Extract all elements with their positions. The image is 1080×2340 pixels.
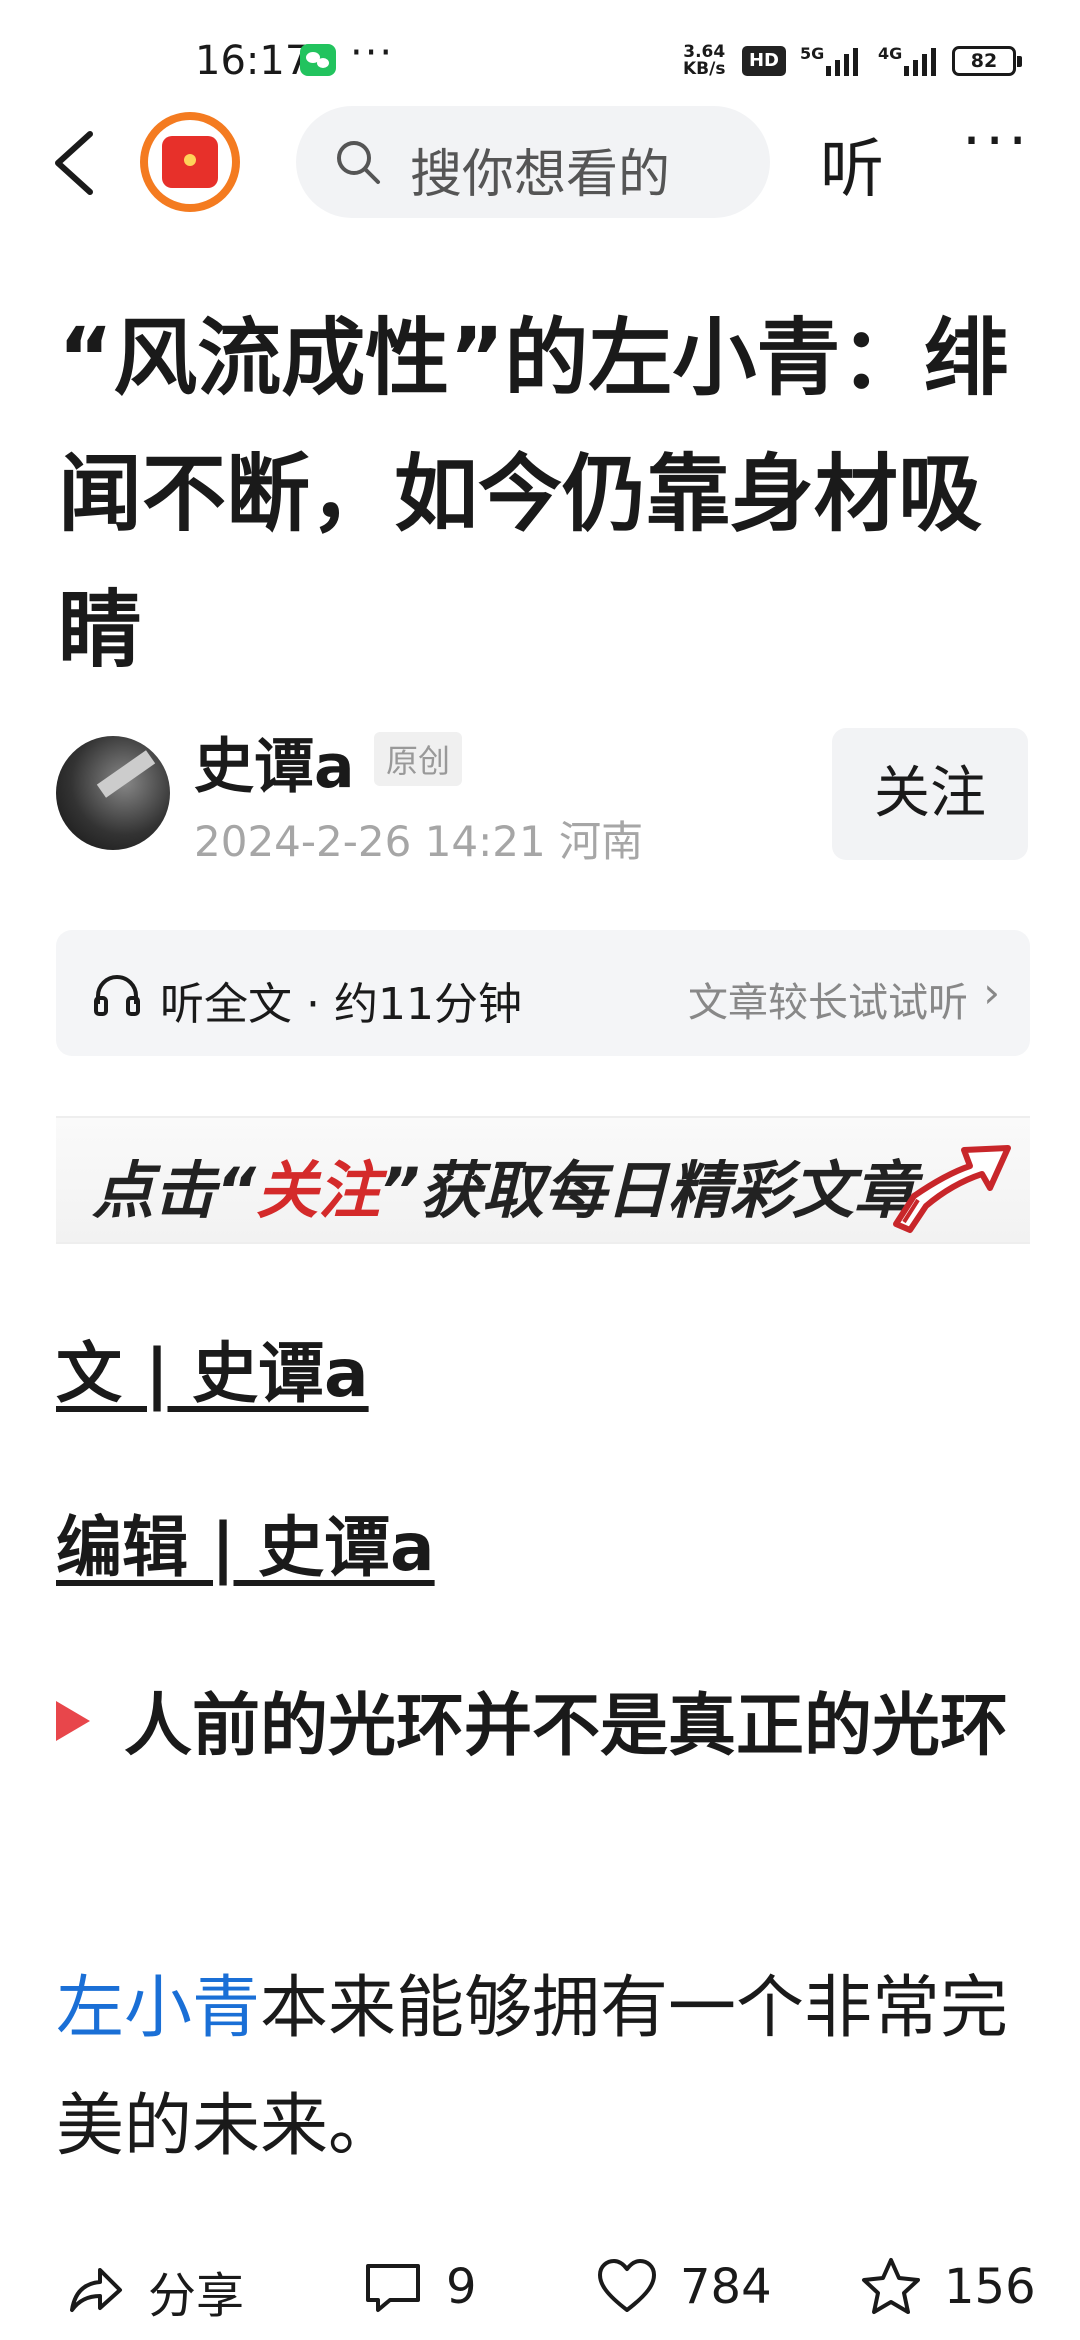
search-placeholder: 搜你想看的	[410, 145, 671, 205]
comment-count: 9	[446, 2259, 477, 2315]
status-more-icon: ···	[350, 30, 395, 76]
hd-icon: HD	[742, 46, 786, 76]
share-icon	[70, 2268, 122, 2312]
follow-button[interactable]: 关注	[832, 728, 1028, 860]
search-bar[interactable]: 搜你想看的	[296, 106, 770, 218]
more-icon[interactable]: ···	[962, 106, 1031, 176]
follow-promo-banner[interactable]: 点击“关注”获取每日精彩文章	[56, 1116, 1030, 1244]
share-label: 分享	[148, 2268, 245, 2324]
chevron-right-icon: ›	[983, 968, 1000, 1017]
wechat-icon	[300, 44, 336, 76]
share-button[interactable]: 分享	[64, 2256, 244, 2326]
section-heading: 人前的光环并不是真正的光环	[56, 1668, 1036, 1786]
original-badge: 原创	[374, 732, 463, 786]
promo-highlight: 关注	[255, 1154, 380, 1227]
favorite-count: 156	[944, 2259, 1036, 2315]
status-bar: 16:17 ··· 3.64 KB/s HD 5G 4G 82	[0, 0, 1080, 120]
network-speed-unit: KB/s	[683, 59, 726, 79]
comment-icon	[366, 2264, 420, 2312]
promo-text: 点击“关注”获取每日精彩文章	[92, 1140, 916, 1230]
person-link[interactable]: 左小青	[56, 1969, 260, 2048]
pointing-arrow-icon	[893, 1145, 1011, 1233]
byline-writer[interactable]: 文 | 史谭a	[56, 1320, 369, 1416]
author-name[interactable]: 史谭a	[194, 718, 355, 805]
listen-hint: 文章较长试试听	[688, 980, 968, 1026]
signal-icon	[826, 46, 858, 76]
article-paragraph: 左小青本来能够拥有一个非常完美的未来。	[56, 1950, 1016, 2186]
promo-prefix: 点击“	[92, 1154, 256, 1227]
battery-icon: 82	[952, 46, 1022, 76]
bottom-action-bar: 分享 9 784 156	[0, 2236, 1080, 2340]
byline-editor[interactable]: 编辑 | 史谭a	[56, 1494, 435, 1590]
listen-button[interactable]: 听	[820, 118, 884, 210]
network-speed: 3.64 KB/s	[683, 44, 725, 78]
star-icon	[862, 2258, 920, 2314]
promo-suffix: ”获取每日精彩文章	[379, 1154, 916, 1227]
like-count: 784	[680, 2259, 772, 2315]
favorite-button[interactable]: 156	[860, 2256, 1036, 2318]
section-heading-text: 人前的光环并不是真正的光环	[124, 1687, 1009, 1766]
signal-icon	[904, 46, 936, 76]
comment-button[interactable]: 9	[362, 2256, 477, 2318]
author-avatar[interactable]	[56, 736, 170, 850]
listen-full-text-label: 听全文 · 约11分钟	[160, 979, 522, 1030]
status-time: 16:17	[195, 38, 311, 84]
app-logo-icon[interactable]	[140, 112, 240, 212]
heart-icon	[598, 2259, 656, 2312]
like-button[interactable]: 784	[596, 2256, 772, 2318]
listen-full-text-bar[interactable]: 听全文 · 约11分钟 文章较长试试听 ›	[56, 930, 1030, 1056]
signal-5g-label: 5G	[800, 44, 825, 63]
triangle-bullet-icon	[56, 1701, 90, 1741]
signal-4g-label: 4G	[878, 44, 903, 63]
publish-meta: 2024-2-26 14:21 河南	[194, 817, 644, 866]
headphones-icon	[94, 975, 140, 1016]
back-arrow-icon[interactable]	[48, 128, 108, 198]
article-title: “风流成性”的左小青：绯闻不断，如今仍靠身材吸睛	[58, 309, 1009, 679]
search-icon	[337, 141, 380, 184]
